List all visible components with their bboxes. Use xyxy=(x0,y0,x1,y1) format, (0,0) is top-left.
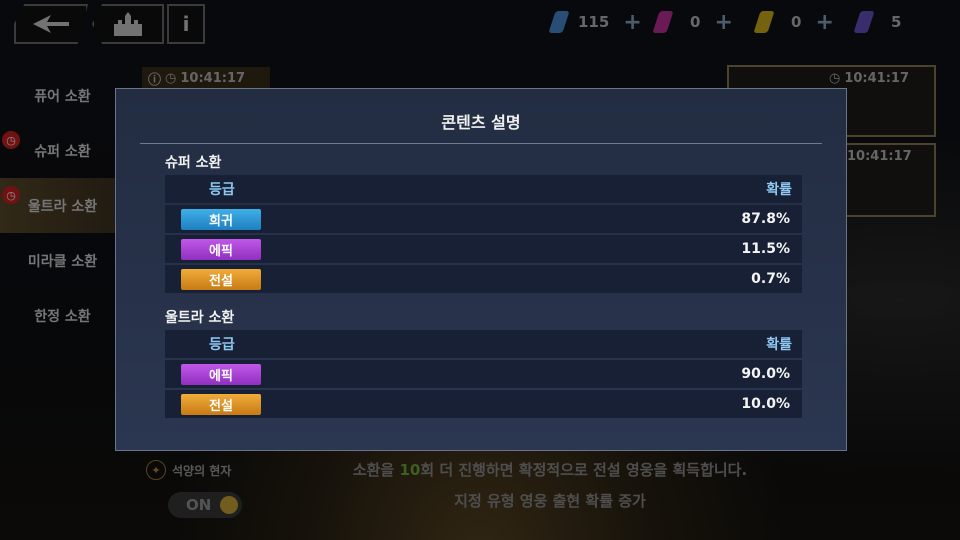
rate-value: 0.7% xyxy=(751,271,790,287)
grade-badge-epic: 에픽 xyxy=(181,363,261,385)
table-header: 등급 확률 xyxy=(165,330,802,358)
rate-value: 10.0% xyxy=(741,396,790,412)
table-row: 전설 0.7% xyxy=(165,265,802,293)
grade-badge-legendary: 전설 xyxy=(181,393,261,415)
rate-header: 확률 xyxy=(766,182,792,198)
ultra-summon-rate-table: 등급 확률 에픽 90.0% 전설 10.0% xyxy=(165,330,802,420)
grade-badge-epic: 에픽 xyxy=(181,238,261,260)
modal-title: 콘텐츠 설명 xyxy=(441,113,521,132)
table-row: 희귀 87.8% xyxy=(165,205,802,233)
table-row: 전설 10.0% xyxy=(165,390,802,418)
grade-header: 등급 xyxy=(209,182,235,198)
table-row: 에픽 90.0% xyxy=(165,360,802,388)
super-summon-rate-table: 등급 확률 희귀 87.8% 에픽 11.5% 전설 0.7% xyxy=(165,175,802,295)
grade-header: 등급 xyxy=(209,337,235,353)
table-header: 등급 확률 xyxy=(165,175,802,203)
content-description-modal: 콘텐츠 설명 슈퍼 소환 등급 확률 희귀 87.8% 에픽 11.5% 전설 … xyxy=(115,88,847,451)
divider xyxy=(140,143,822,144)
rate-header: 확률 xyxy=(766,337,792,353)
rate-value: 11.5% xyxy=(741,241,790,257)
grade-badge-rare: 희귀 xyxy=(181,208,261,230)
grade-badge-legendary: 전설 xyxy=(181,268,261,290)
table-row: 에픽 11.5% xyxy=(165,235,802,263)
section-title-ultra-summon: 울트라 소환 xyxy=(165,310,235,326)
rate-value: 90.0% xyxy=(741,366,790,382)
section-title-super-summon: 슈퍼 소환 xyxy=(165,155,222,171)
rate-value: 87.8% xyxy=(741,211,790,227)
